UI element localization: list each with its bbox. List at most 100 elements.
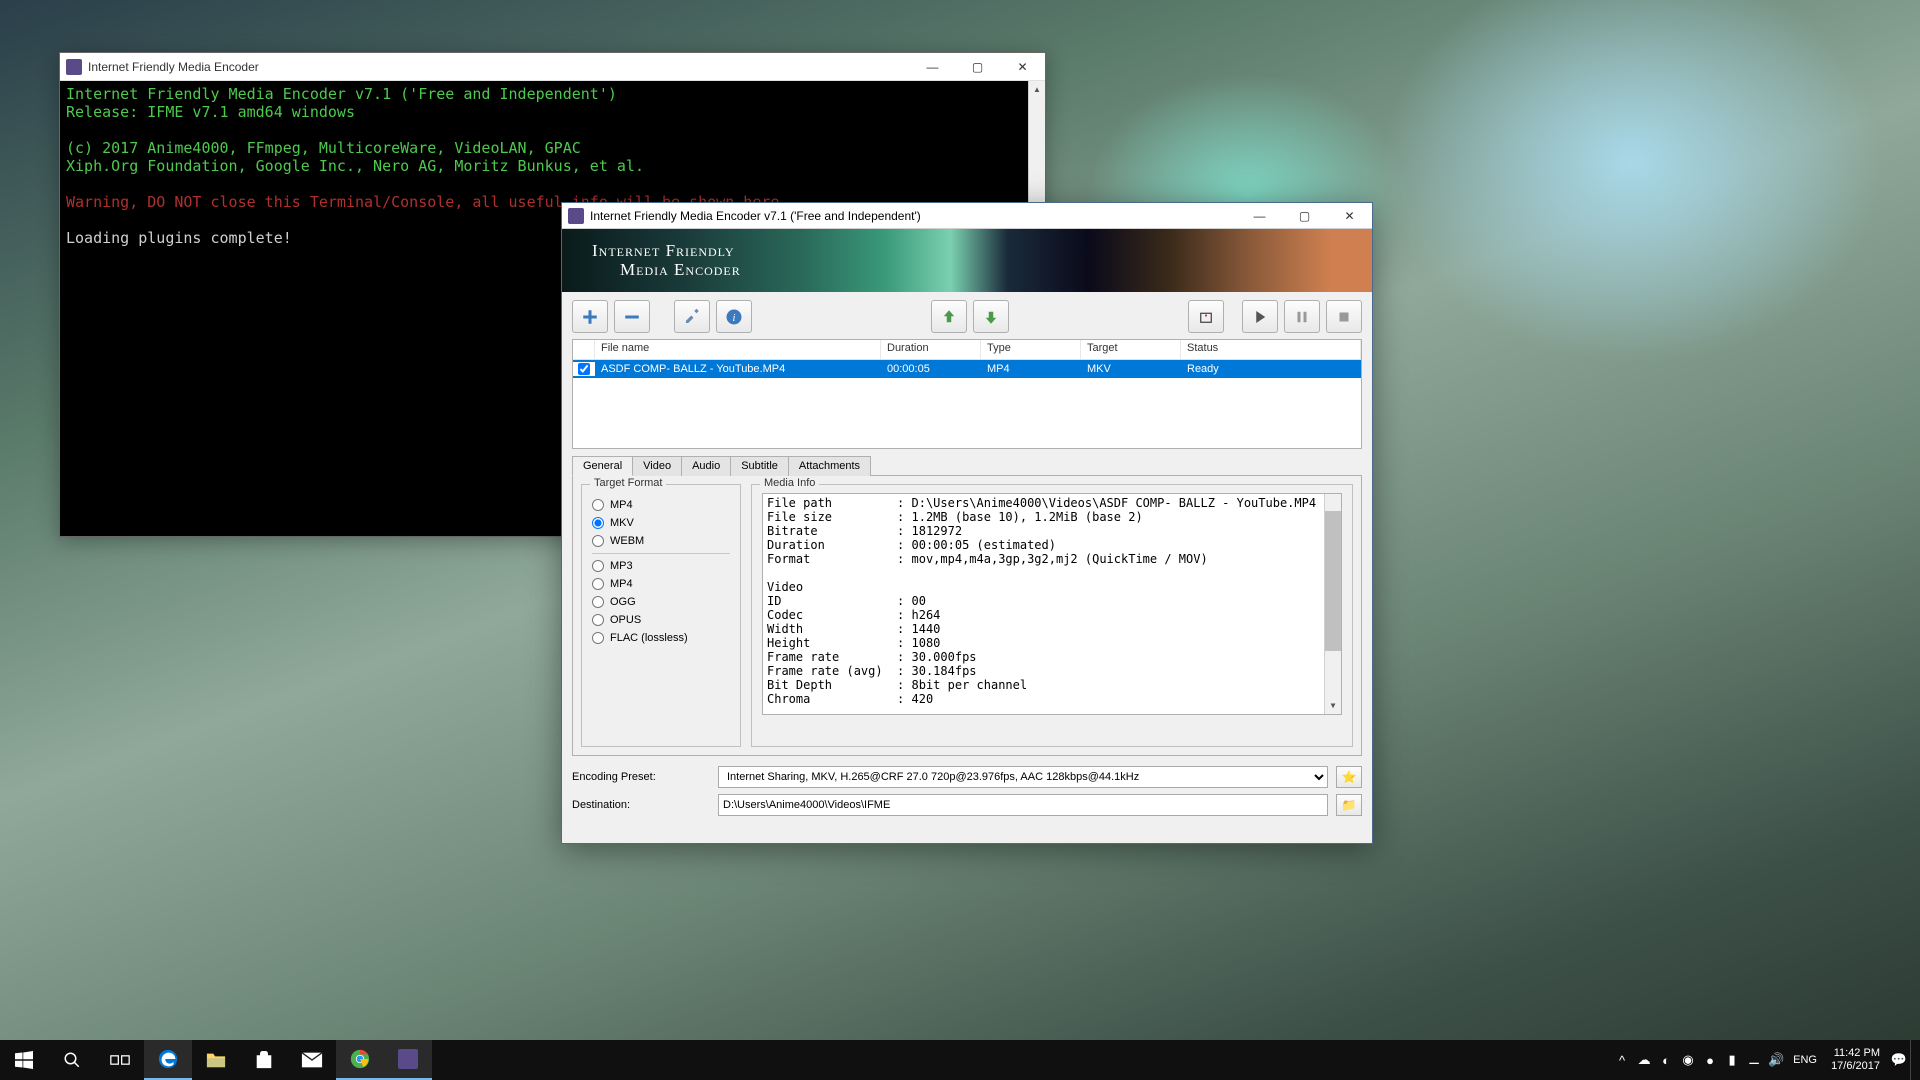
- tab-subtitle[interactable]: Subtitle: [730, 456, 789, 476]
- browse-destination-button[interactable]: 📁: [1336, 794, 1362, 816]
- task-view-button[interactable]: [96, 1040, 144, 1080]
- gpu-icon: ◐: [1662, 1053, 1670, 1068]
- scrollbar-thumb[interactable]: [1325, 511, 1341, 651]
- console-line: (c) 2017 Anime4000, FFmpeg, MulticoreWar…: [66, 139, 1039, 157]
- close-button[interactable]: ✕: [1327, 203, 1372, 229]
- stop-button[interactable]: [1326, 300, 1362, 333]
- tools-icon: [683, 308, 701, 326]
- radio-label: FLAC (lossless): [610, 632, 688, 644]
- svg-text:i: i: [733, 312, 736, 323]
- scroll-down-icon[interactable]: ▼: [1325, 697, 1341, 714]
- radio-mp4a[interactable]: [592, 578, 604, 590]
- minimize-button[interactable]: —: [1237, 203, 1282, 229]
- cell-filename: ASDF COMP- BALLZ - YouTube.MP4: [595, 362, 881, 376]
- banner-line2: Media Encoder: [620, 261, 741, 280]
- tab-audio[interactable]: Audio: [681, 456, 731, 476]
- tray-volume[interactable]: 🔊: [1765, 1040, 1787, 1080]
- radio-webm[interactable]: [592, 535, 604, 547]
- tab-video[interactable]: Video: [632, 456, 682, 476]
- tray-overflow-button[interactable]: ^: [1611, 1040, 1633, 1080]
- col-header-status[interactable]: Status: [1181, 340, 1361, 359]
- banner-line1: Internet Friendly: [592, 242, 741, 261]
- main-app-window: Internet Friendly Media Encoder v7.1 ('F…: [561, 202, 1373, 844]
- pause-button[interactable]: [1284, 300, 1320, 333]
- tray-network[interactable]: ⚊: [1743, 1040, 1765, 1080]
- arrow-down-icon: [982, 308, 1000, 326]
- show-desktop-button[interactable]: [1910, 1040, 1916, 1080]
- taskbar-app-store[interactable]: [240, 1040, 288, 1080]
- preset-select[interactable]: Internet Sharing, MKV, H.265@CRF 27.0 72…: [718, 766, 1328, 788]
- destination-input[interactable]: [718, 794, 1328, 816]
- search-icon: [63, 1051, 81, 1069]
- ifme-icon: [398, 1049, 418, 1069]
- tray-battery[interactable]: ▮: [1721, 1040, 1743, 1080]
- start-button[interactable]: [0, 1040, 48, 1080]
- clock-date: 17/6/2017: [1831, 1060, 1880, 1073]
- radio-mkv[interactable]: [592, 517, 604, 529]
- table-row[interactable]: ASDF COMP- BALLZ - YouTube.MP4 00:00:05 …: [573, 360, 1361, 378]
- taskbar-app-ifme[interactable]: [384, 1040, 432, 1080]
- settings-button[interactable]: [674, 300, 710, 333]
- col-header-type[interactable]: Type: [981, 340, 1081, 359]
- radio-flac[interactable]: [592, 632, 604, 644]
- search-button[interactable]: [48, 1040, 96, 1080]
- console-titlebar[interactable]: Internet Friendly Media Encoder — ▢ ✕: [60, 53, 1045, 81]
- maximize-button[interactable]: ▢: [955, 53, 1000, 80]
- minus-icon: [623, 308, 641, 326]
- chevron-up-icon: ^: [1619, 1053, 1625, 1068]
- radio-mp3[interactable]: [592, 560, 604, 572]
- store-icon: [254, 1050, 274, 1070]
- chrome-icon: [350, 1049, 370, 1069]
- remove-file-button[interactable]: [614, 300, 650, 333]
- radio-label: OPUS: [610, 614, 641, 626]
- arrow-up-icon: [940, 308, 958, 326]
- radio-label: MP4: [610, 578, 633, 590]
- radio-mp4[interactable]: [592, 499, 604, 511]
- app-titlebar[interactable]: Internet Friendly Media Encoder v7.1 ('F…: [562, 203, 1372, 229]
- battery-icon: ▮: [1728, 1052, 1735, 1068]
- sync-icon: ◉: [1682, 1052, 1693, 1068]
- row-checkbox[interactable]: [578, 363, 590, 375]
- start-button[interactable]: [1242, 300, 1278, 333]
- tabs: General Video Audio Subtitle Attachments: [572, 455, 1362, 476]
- col-header-duration[interactable]: Duration: [881, 340, 981, 359]
- destination-label: Destination:: [572, 799, 710, 811]
- console-line: Internet Friendly Media Encoder v7.1 ('F…: [66, 85, 1039, 103]
- stop-icon: [1335, 308, 1353, 326]
- close-button[interactable]: ✕: [1000, 53, 1045, 80]
- radio-opus[interactable]: [592, 614, 604, 626]
- col-header-target[interactable]: Target: [1081, 340, 1181, 359]
- media-info-scrollbar[interactable]: ▲ ▼: [1324, 494, 1341, 714]
- taskbar-app-mail[interactable]: [288, 1040, 336, 1080]
- app-icon: ●: [1706, 1053, 1714, 1068]
- scroll-up-icon[interactable]: ▲: [1029, 81, 1045, 98]
- console-title: Internet Friendly Media Encoder: [88, 60, 910, 74]
- maximize-button[interactable]: ▢: [1282, 203, 1327, 229]
- media-info-text[interactable]: File path : D:\Users\Anime4000\Videos\AS…: [762, 493, 1342, 715]
- preset-favorite-button[interactable]: ⭐: [1336, 766, 1362, 788]
- star-icon: ⭐: [1342, 770, 1357, 784]
- radio-ogg[interactable]: [592, 596, 604, 608]
- minimize-button[interactable]: —: [910, 53, 955, 80]
- move-down-button[interactable]: [973, 300, 1009, 333]
- tray-language[interactable]: ENG: [1787, 1040, 1823, 1080]
- tray-clock[interactable]: 11:42 PM 17/6/2017: [1823, 1047, 1888, 1073]
- tab-general[interactable]: General: [572, 456, 633, 476]
- move-up-button[interactable]: [931, 300, 967, 333]
- donate-button[interactable]: [1188, 300, 1224, 333]
- tray-gpu[interactable]: ◐: [1655, 1040, 1677, 1080]
- taskbar-app-edge[interactable]: [144, 1040, 192, 1080]
- tray-onedrive[interactable]: ☁: [1633, 1040, 1655, 1080]
- tab-attachments[interactable]: Attachments: [788, 456, 871, 476]
- add-file-button[interactable]: [572, 300, 608, 333]
- tray-notifications[interactable]: 💬: [1888, 1040, 1910, 1080]
- info-button[interactable]: i: [716, 300, 752, 333]
- taskbar-app-explorer[interactable]: [192, 1040, 240, 1080]
- media-info-group: Media Info File path : D:\Users\Anime400…: [751, 484, 1353, 747]
- tab-content-general: Target Format MP4 MKV WEBM MP3 MP4 OGG O…: [572, 476, 1362, 756]
- app-icon: [568, 208, 584, 224]
- tray-app[interactable]: ●: [1699, 1040, 1721, 1080]
- col-header-name[interactable]: File name: [595, 340, 881, 359]
- taskbar-app-chrome[interactable]: [336, 1040, 384, 1080]
- tray-sync[interactable]: ◉: [1677, 1040, 1699, 1080]
